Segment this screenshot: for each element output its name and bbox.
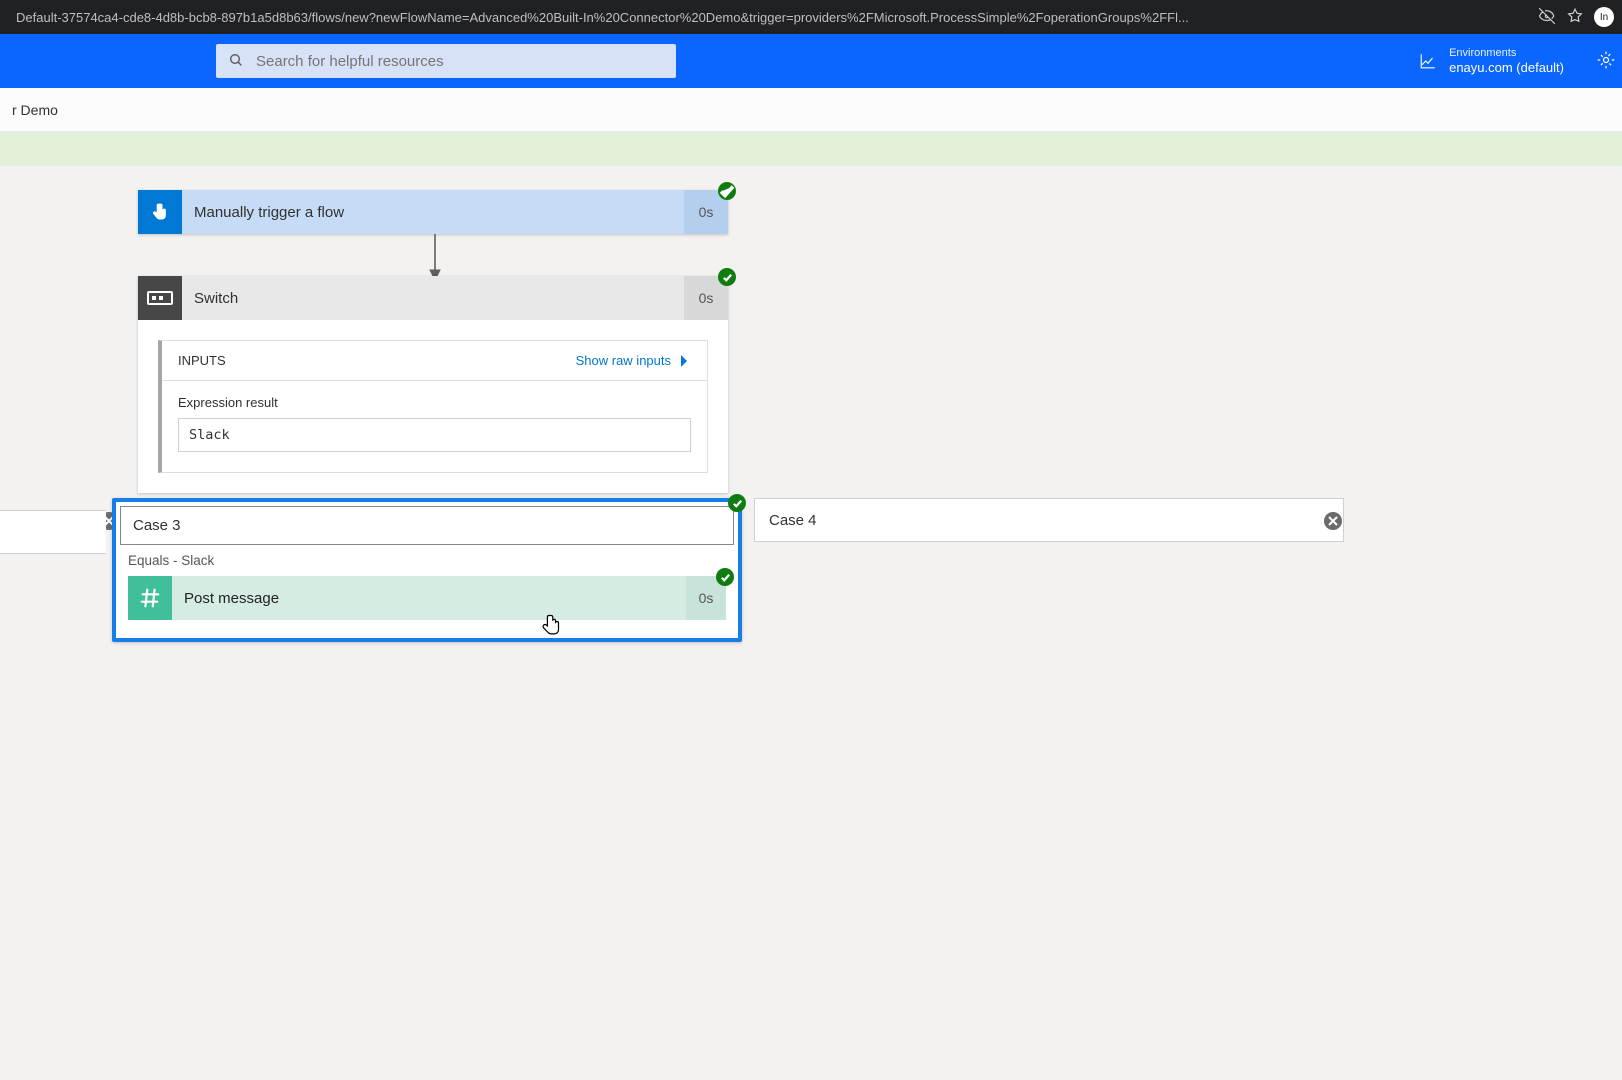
search-box[interactable] [216,44,676,78]
switch-inputs-card: INPUTS Show raw inputs Expression result… [158,340,708,473]
case-action-card[interactable]: Post message 0s [128,576,726,620]
chevron-right-icon [677,354,691,368]
environment-label: Environments [1449,47,1564,60]
trigger-header[interactable]: Manually trigger a flow 0s [138,190,728,234]
environment-picker[interactable]: Environments enayu.com (default) [1419,47,1564,76]
flow-canvas[interactable]: Manually trigger a flow 0s Switch 0s INP… [0,166,1622,1080]
search-icon [228,52,254,71]
suite-header: Environments enayu.com (default) [0,34,1622,88]
switch-body: INPUTS Show raw inputs Expression result… [138,320,728,493]
page-title: r Demo [12,102,58,118]
environment-text: Environments enayu.com (default) [1449,47,1564,76]
prev-case-edge [0,510,106,554]
next-case-close-icon[interactable] [1324,512,1342,530]
case-success-badge [728,494,746,512]
case-card-next[interactable]: Case 4 [754,498,1344,542]
inputs-label: INPUTS [178,353,226,368]
case-next-title: Case 4 [769,512,817,529]
search-wrap [216,44,676,78]
trigger-card[interactable]: Manually trigger a flow 0s [138,190,728,234]
browser-icons: In [1538,7,1614,28]
trigger-title: Manually trigger a flow [182,190,684,234]
flow-arrow-icon [428,234,442,280]
case-card-active[interactable]: Case 3 Equals - Slack Post message 0s [112,498,742,642]
case-action-title: Post message [172,576,686,620]
slack-hash-icon [128,576,172,620]
case-title[interactable]: Case 3 [120,506,734,545]
browser-url: Default-37574ca4-cde8-4d8b-bcb8-897b1a5d… [8,10,1538,25]
switch-success-badge [718,268,736,286]
eye-off-icon[interactable] [1538,7,1556,28]
settings-button[interactable] [1596,50,1616,73]
switch-header[interactable]: Switch 0s [138,276,728,320]
switch-inputs-body: Expression result Slack [162,381,707,472]
environment-value: enayu.com (default) [1449,60,1564,76]
cursor-icon [542,614,560,636]
switch-title: Switch [182,276,684,320]
case-action-success-badge [716,568,734,586]
trigger-success-badge [718,182,736,200]
expression-result-value: Slack [178,418,691,452]
star-icon[interactable] [1566,7,1584,28]
case-subtitle: Equals - Slack [116,549,738,576]
environment-icon [1419,52,1437,70]
manual-trigger-icon [138,190,182,234]
show-raw-inputs-link[interactable]: Show raw inputs [576,353,691,368]
switch-inputs-head: INPUTS Show raw inputs [162,341,707,381]
gear-icon [1596,50,1616,70]
browser-profile-icon[interactable]: In [1594,7,1614,27]
success-banner [0,132,1622,166]
switch-card[interactable]: Switch 0s INPUTS Show raw inputs Express… [138,276,728,493]
breadcrumb-bar: r Demo [0,88,1622,132]
expression-result-label: Expression result [178,395,691,410]
switch-icon [138,276,182,320]
switch-cases-row: Case 3 Equals - Slack Post message 0s Ca… [0,498,1622,678]
show-raw-inputs-label: Show raw inputs [576,353,671,368]
search-input[interactable] [254,52,664,71]
browser-address-bar: Default-37574ca4-cde8-4d8b-bcb8-897b1a5d… [0,0,1622,34]
